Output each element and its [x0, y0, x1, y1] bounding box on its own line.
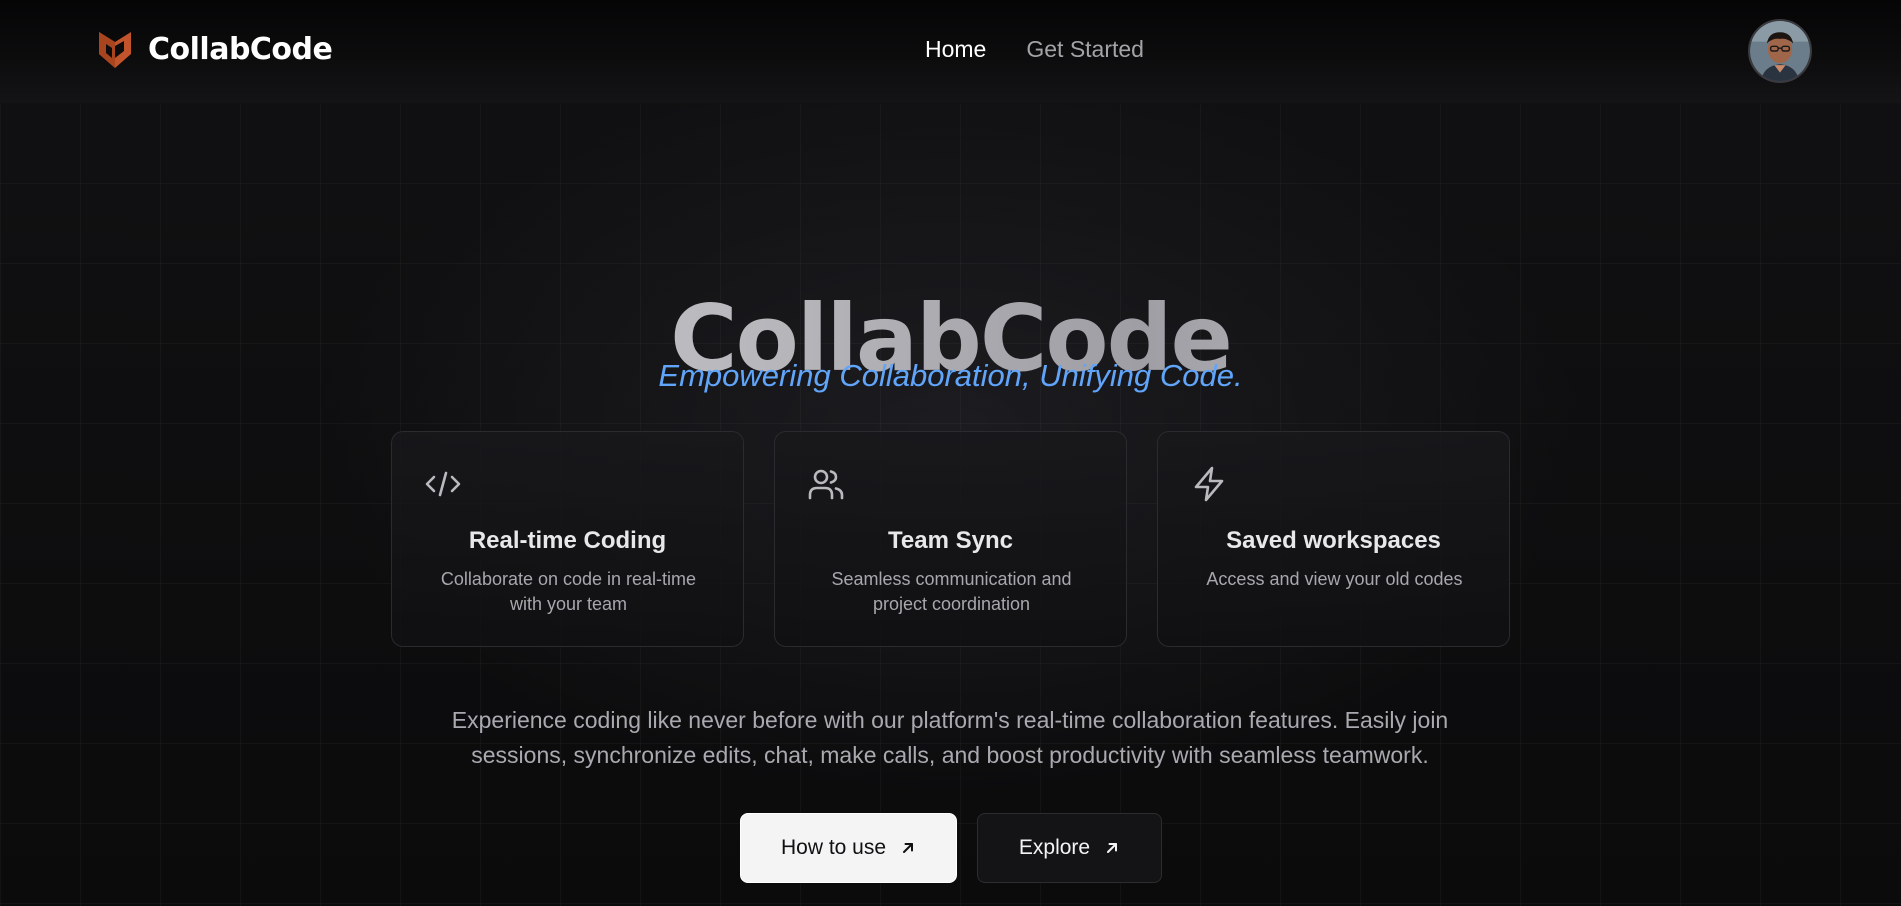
code-icon — [423, 464, 463, 504]
avatar-image — [1750, 21, 1810, 81]
feature-title: Real-time Coding — [468, 527, 667, 554]
brand-name: CollabCode — [148, 31, 333, 67]
hero-tagline: Empowering Collaboration, Unifying Code. — [658, 358, 1243, 393]
nav-links: Home Get Started — [925, 36, 1144, 63]
feature-description: Seamless communication and project coord… — [831, 569, 1072, 614]
nav-get-started-link[interactable]: Get Started — [1026, 36, 1144, 63]
nav-home-link[interactable]: Home — [925, 36, 986, 63]
collabcode-logo-icon — [99, 32, 131, 68]
feature-title: Team Sync — [888, 527, 1013, 554]
explore-label: Explore — [1018, 836, 1091, 859]
how-to-use-label: How to use — [780, 836, 887, 859]
lightning-icon — [1189, 464, 1229, 504]
users-icon — [806, 464, 846, 504]
brand-link[interactable]: CollabCode — [96, 28, 333, 70]
explore-button[interactable]: Explore — [977, 813, 1162, 883]
arrow-up-right-icon — [1107, 843, 1118, 853]
features-section: Real-time Coding Collaborate on code in … — [391, 431, 1510, 647]
feature-card-team-sync: Team Sync Seamless communication and pro… — [774, 431, 1127, 647]
feature-card-saved-workspaces: Saved workspaces Access and view your ol… — [1157, 431, 1510, 647]
landing-page: CollabCode Home Get Started CollabCode E… — [0, 0, 1901, 906]
how-to-use-button[interactable]: How to use — [740, 813, 957, 883]
feature-card-realtime-coding: Real-time Coding Collaborate on code in … — [391, 431, 744, 647]
cta-buttons: How to use Explore — [740, 813, 1162, 883]
feature-title: Saved workspaces — [1226, 527, 1441, 554]
platform-description: Experience coding like never before with… — [451, 707, 1449, 768]
feature-description: Access and view your old codes — [1206, 569, 1463, 589]
user-avatar[interactable] — [1748, 19, 1812, 83]
feature-description: Collaborate on code in real-time with yo… — [440, 569, 697, 614]
arrow-up-right-icon — [903, 843, 914, 853]
navbar: CollabCode Home Get Started — [0, 0, 1901, 104]
